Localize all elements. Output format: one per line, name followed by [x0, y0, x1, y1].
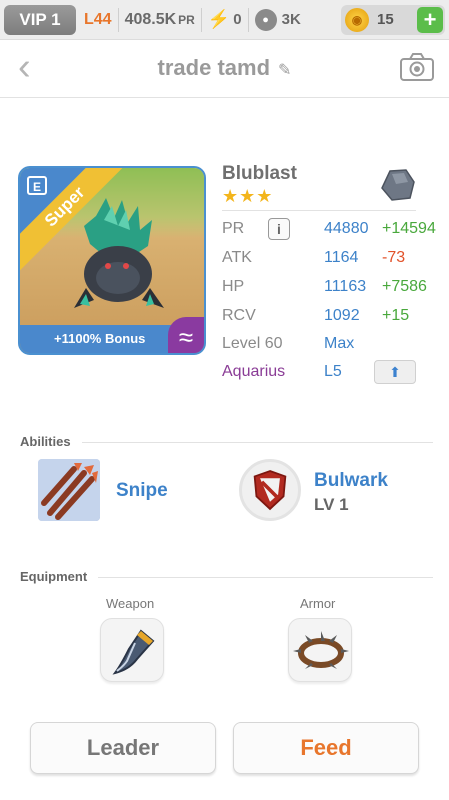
stat-delta: +14594: [382, 220, 436, 237]
camera-icon[interactable]: [399, 52, 435, 82]
divider: [247, 7, 249, 32]
stat-row-hp: HP 11163 +7586: [222, 278, 442, 306]
power-rating: 408.5K PR: [125, 11, 195, 29]
claw-weapon-icon: [112, 629, 155, 675]
weapon-label: Weapon: [106, 596, 155, 611]
divider: [117, 7, 119, 32]
evolution-icon: E: [27, 176, 47, 195]
player-level: L44: [84, 10, 112, 28]
stats-divider: [222, 210, 416, 211]
ability-name[interactable]: Bulwark: [314, 470, 388, 492]
stat-row-atk: ATK 1164 -73: [222, 249, 442, 277]
spiked-collar-icon: [293, 631, 349, 669]
rock-element-icon: [381, 169, 415, 201]
energy-count: 0: [233, 11, 242, 28]
section-divider: [82, 442, 433, 443]
gem-counter: ◉ 15 +: [341, 4, 445, 35]
leader-button[interactable]: Leader: [30, 722, 216, 774]
page-header: ‹ trade tamd ✎: [0, 40, 449, 98]
stat-delta: +15: [382, 307, 410, 324]
stat-label: RCV: [222, 307, 256, 324]
bulwark-ability-icon[interactable]: [239, 459, 301, 521]
page-title: trade tamd: [157, 55, 271, 80]
stat-value: 11163: [324, 278, 367, 295]
ability-level: LV 1: [314, 495, 349, 514]
add-gems-button[interactable]: +: [417, 6, 443, 33]
armor-label: Armor: [300, 596, 336, 611]
snipe-ability-icon[interactable]: [38, 459, 100, 521]
power-unit: PR: [178, 12, 195, 27]
stat-label: PR: [222, 220, 245, 237]
stat-label: ATK: [222, 249, 252, 266]
equipment-heading: Equipment: [20, 569, 88, 584]
stat-delta: -73: [382, 249, 406, 266]
feed-button[interactable]: Feed: [233, 722, 419, 774]
stat-delta: +7586: [382, 278, 427, 295]
sign-label: Aquarius: [222, 363, 286, 380]
water-element-icon: ≈: [168, 317, 204, 353]
stat-value: 44880: [324, 220, 369, 237]
level-row: Level 60 Max: [222, 335, 442, 363]
monster-card[interactable]: Super E +1100% Bonus ≈: [18, 166, 206, 355]
section-divider: [98, 577, 433, 578]
stat-row-rcv: RCV 1092 +15: [222, 307, 442, 335]
title-wrap: trade tamd ✎: [0, 55, 449, 81]
stat-row-pr: PR i 44880 +14594: [222, 218, 442, 248]
sign-level: L5: [324, 363, 342, 380]
paw-count: 3K: [281, 11, 301, 28]
armor-slot[interactable]: [288, 618, 352, 682]
power-value: 408.5K: [124, 10, 177, 28]
level-value: Max: [324, 335, 355, 352]
star-rating: ★★★: [222, 186, 274, 206]
sign-row: Aquarius L5 ⬆: [222, 360, 442, 391]
abilities-heading: Abilities: [20, 434, 71, 449]
info-icon[interactable]: i: [268, 218, 290, 240]
energy-icon: ⚡: [207, 9, 231, 29]
ability-name[interactable]: Snipe: [116, 480, 168, 502]
gem-coin-icon: ◉: [345, 7, 369, 32]
stat-label: HP: [222, 278, 245, 295]
divider: [200, 7, 202, 32]
sign-upgrade-button[interactable]: ⬆: [374, 360, 416, 384]
stat-value: 1164: [324, 249, 359, 266]
edit-pencil-icon[interactable]: ✎: [278, 62, 291, 79]
level-label: Level 60: [222, 335, 283, 352]
weapon-slot[interactable]: [100, 618, 164, 682]
up-arrow-icon: ⬆: [389, 363, 401, 380]
status-bar: VIP 1 L44 408.5K PR ⚡ 0 ● 3K ◉ 15 +: [0, 0, 449, 40]
vip-badge[interactable]: VIP 1: [4, 4, 76, 35]
stat-value: 1092: [324, 307, 360, 324]
gem-count: 15: [377, 11, 394, 28]
paw-icon: ●: [254, 8, 277, 31]
svg-text:E: E: [33, 180, 41, 194]
monster-name: Blublast: [222, 163, 297, 184]
